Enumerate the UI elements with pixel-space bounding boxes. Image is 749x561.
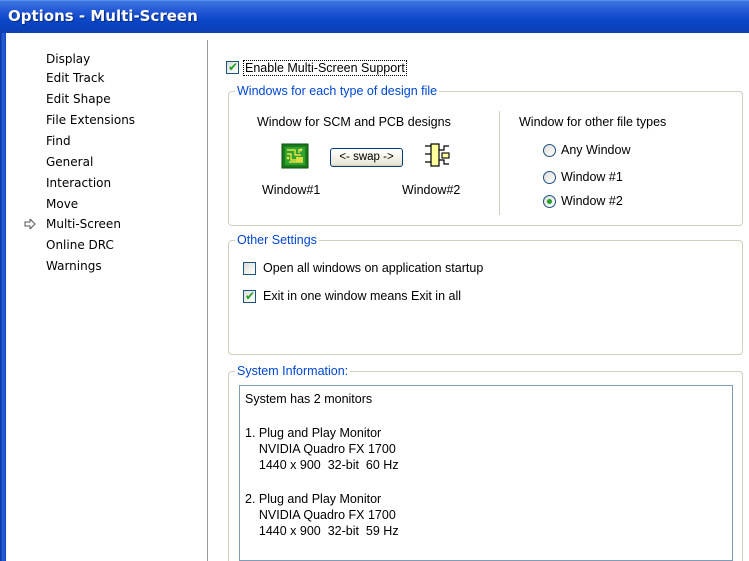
group-divider <box>499 111 500 215</box>
check-mark-icon: ✔ <box>245 289 256 303</box>
arrow-right-icon-glyph <box>24 217 36 231</box>
other-types-title: Window for other file types <box>519 115 667 129</box>
radio-any-window[interactable] <box>543 144 556 157</box>
system-info-line: 1440 x 900 32-bit 60 Hz <box>245 458 399 472</box>
windows-group-title: Windows for each type of design file <box>235 84 440 98</box>
options-sidebar: Display Edit Track Edit Shape File Exten… <box>8 40 208 561</box>
radio-window-2-label[interactable]: Window #2 <box>561 194 623 208</box>
system-info-line: 1. Plug and Play Monitor <box>245 426 382 440</box>
exit-all-label[interactable]: Exit in one window means Exit in all <box>263 289 461 303</box>
system-info-textbox[interactable]: System has 2 monitors 1. Plug and Play M… <box>239 385 733 561</box>
arrow-right-icon <box>24 217 36 232</box>
other-settings-title: Other Settings <box>235 233 319 247</box>
system-info-line: 1440 x 900 32-bit 59 Hz <box>245 524 399 538</box>
radio-window-2[interactable] <box>543 195 556 208</box>
window1-label: Window#1 <box>262 183 321 197</box>
schematic-icon <box>423 142 451 168</box>
sidebar-item-multi-screen[interactable]: Multi-Screen <box>46 217 121 231</box>
pcb-board-icon <box>281 143 309 169</box>
enable-multi-screen-checkbox[interactable]: ✔ <box>226 60 239 74</box>
sidebar-item-warnings[interactable]: Warnings <box>46 259 102 273</box>
window-title: Options - Multi-Screen <box>8 7 198 25</box>
radio-any-window-label[interactable]: Any Window <box>561 143 630 157</box>
open-all-windows-checkbox[interactable] <box>243 262 256 275</box>
system-info-line: NVIDIA Quadro FX 1700 <box>245 508 396 522</box>
window-frame-left <box>0 33 6 561</box>
system-info-title: System Information: <box>235 364 351 378</box>
system-info-line: System has 2 monitors <box>245 392 373 406</box>
sidebar-item-display[interactable]: Display <box>46 52 90 66</box>
window2-label: Window#2 <box>402 183 461 197</box>
system-info-line: NVIDIA Quadro FX 1700 <box>245 442 396 456</box>
swap-button[interactable]: <- swap -> <box>330 148 403 167</box>
sidebar-item-edit-track[interactable]: Edit Track <box>46 71 104 85</box>
radio-window-1[interactable] <box>543 171 556 184</box>
sidebar-item-file-extensions[interactable]: File Extensions <box>46 113 135 127</box>
sidebar-item-online-drc[interactable]: Online DRC <box>46 238 114 252</box>
scm-pcb-title: Window for SCM and PCB designs <box>257 115 451 129</box>
radio-selected-dot <box>547 199 552 204</box>
exit-all-checkbox[interactable]: ✔ <box>243 289 256 303</box>
options-panel: ✔ Enable Multi-Screen Support Windows fo… <box>209 40 749 561</box>
check-mark-icon: ✔ <box>228 60 239 74</box>
title-bar[interactable]: Options - Multi-Screen <box>0 0 749 33</box>
enable-multi-screen-label[interactable]: Enable Multi-Screen Support <box>243 60 407 76</box>
sidebar-item-interaction[interactable]: Interaction <box>46 176 111 190</box>
system-info-line: 2. Plug and Play Monitor <box>245 492 382 506</box>
open-all-windows-label[interactable]: Open all windows on application startup <box>263 261 483 275</box>
sidebar-item-general[interactable]: General <box>46 155 93 169</box>
sidebar-item-move[interactable]: Move <box>46 197 78 211</box>
radio-window-1-label[interactable]: Window #1 <box>561 170 623 184</box>
sidebar-item-edit-shape[interactable]: Edit Shape <box>46 92 111 106</box>
sidebar-item-find[interactable]: Find <box>46 134 71 148</box>
